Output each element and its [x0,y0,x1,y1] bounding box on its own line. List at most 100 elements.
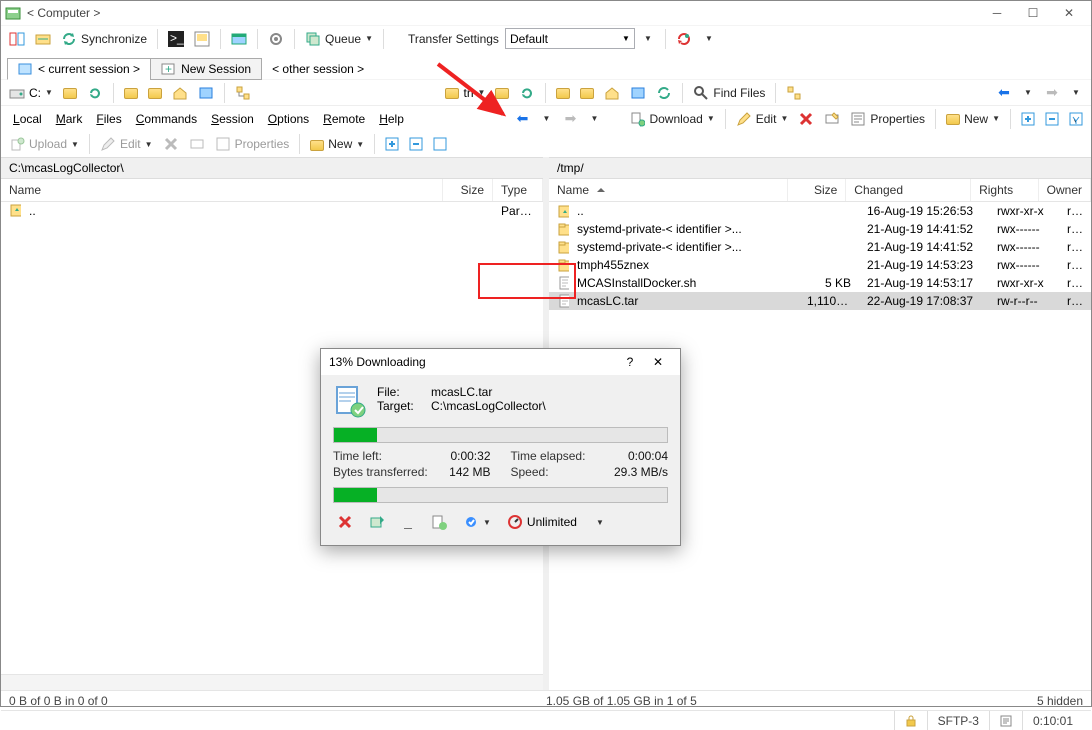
col-name[interactable]: Name [1,179,443,201]
transfer-settings-icon[interactable]: ▼ [459,511,495,533]
file-value: mcasLC.tar [431,385,492,399]
local-select-plus-icon[interactable] [381,133,403,155]
local-bookmark-icon[interactable] [194,82,218,104]
transfer-settings-combo[interactable]: Default ▼ [505,28,635,49]
menu-session[interactable]: Session [211,112,254,126]
select-all-plus-icon[interactable] [1017,108,1039,130]
remote-tree-icon[interactable] [782,82,806,104]
remote-rename-icon[interactable] [820,108,844,130]
local-refresh-icon[interactable] [83,82,107,104]
find-files-button[interactable]: Find Files [689,82,769,104]
list-item[interactable]: tmph455znex21-Aug-19 14:53:23rwx------ro… [549,256,1091,274]
menu-mark[interactable]: Mark [56,112,83,126]
local-root-icon[interactable] [144,82,166,104]
minimize-icon[interactable]: _ [397,511,419,533]
cancel-icon[interactable] [333,511,357,533]
download-button[interactable]: Download ▼ [625,108,718,130]
local-nav-forward-icon[interactable]: ➡ [559,108,581,130]
synchronize-button[interactable]: Synchronize [57,28,151,50]
remote-sync-icon[interactable] [652,82,676,104]
tab-new-session[interactable]: + New Session [150,58,262,80]
local-open-folder-icon[interactable] [59,82,81,104]
remote-new-button[interactable]: New ▼ [942,108,1004,130]
nav-back-icon[interactable]: ⬅ [993,82,1015,104]
upload-button[interactable]: Upload ▼ [5,133,83,155]
local-properties-button[interactable]: Properties [211,133,294,155]
col-changed[interactable]: Changed [846,179,971,201]
tab-current-session[interactable]: < current session > [7,58,151,80]
minimize-button[interactable]: ─ [979,3,1015,23]
col-type[interactable]: Type [493,179,543,201]
local-select-filter-icon[interactable] [429,133,451,155]
transfer-settings-dropdown[interactable]: ▼ [637,28,659,50]
local-new-button[interactable]: New ▼ [306,133,368,155]
drive-toolbar: C: ▼ tn ▼ Find Files ⬅ ▼ ➡ ▼ [1,79,1091,105]
background-icon[interactable] [365,511,389,533]
menu-remote[interactable]: Remote [323,112,365,126]
sync-browse-icon[interactable] [31,28,55,50]
tab-other-session[interactable]: < other session > [261,58,375,80]
col-owner[interactable]: Owner [1039,179,1091,201]
local-scrollbar[interactable] [1,675,543,690]
local-home-icon[interactable] [168,82,192,104]
console-icon[interactable]: >_ [164,28,188,50]
remote-properties-button[interactable]: Properties [846,108,929,130]
local-rename-icon[interactable] [185,133,209,155]
dialog-help-button[interactable]: ? [616,352,644,372]
dialog-close-button[interactable]: ✕ [644,352,672,372]
once-done-icon[interactable] [427,511,451,533]
speed-limit-button[interactable]: Unlimited [503,511,581,533]
local-nav-back-icon[interactable]: ⬅ [511,108,533,130]
remote-drive-combo[interactable]: tn ▼ [441,82,489,104]
remote-home-icon[interactable] [600,82,624,104]
col-name[interactable]: Name [549,179,788,201]
chevron-down-icon: ▼ [356,140,364,149]
local-parent-icon[interactable] [120,82,142,104]
menu-commands[interactable]: Commands [136,112,197,126]
chevron-down-icon: ▼ [45,88,53,97]
menu-files[interactable]: Files [96,112,121,126]
list-item[interactable]: .. Parent d [1,202,543,220]
remote-parent-icon[interactable] [552,82,574,104]
remote-bookmark-icon[interactable] [626,82,650,104]
menu-help[interactable]: Help [379,112,404,126]
local-nav-forward-dropdown[interactable]: ▼ [583,108,605,130]
select-filter-icon[interactable] [1065,108,1087,130]
close-button[interactable]: ✕ [1051,3,1087,23]
list-item[interactable]: mcasLC.tar1,110,4...22-Aug-19 17:08:37rw… [549,292,1091,310]
nav-forward-dropdown[interactable]: ▼ [1065,82,1087,104]
menu-local[interactable]: Local [13,112,42,126]
reconnect-dropdown[interactable]: ▼ [698,28,720,50]
col-size[interactable]: Size [788,179,846,201]
list-item[interactable]: systemd-private-< identifier >...21-Aug-… [549,220,1091,238]
speed-limit-dropdown[interactable]: ▼ [589,511,611,533]
list-item[interactable]: MCASInstallDocker.sh5 KB21-Aug-19 14:53:… [549,274,1091,292]
list-item[interactable]: systemd-private-< identifier >...21-Aug-… [549,238,1091,256]
local-drive-combo[interactable]: C: ▼ [5,82,57,104]
dialog-title: 13% Downloading [329,355,426,369]
explorer-icon[interactable] [227,28,251,50]
local-edit-button[interactable]: Edit ▼ [96,133,157,155]
local-select-minus-icon[interactable] [405,133,427,155]
queue-button[interactable]: Queue ▼ [301,28,377,50]
reconnect-icon[interactable] [672,28,696,50]
col-size[interactable]: Size [443,179,493,201]
local-tree-icon[interactable] [231,82,255,104]
settings-icon[interactable] [264,28,288,50]
nav-back-dropdown[interactable]: ▼ [1017,82,1039,104]
select-none-minus-icon[interactable] [1041,108,1063,130]
local-nav-back-dropdown[interactable]: ▼ [535,108,557,130]
local-delete-icon[interactable] [159,133,183,155]
remote-delete-icon[interactable] [794,108,818,130]
menu-options[interactable]: Options [268,112,309,126]
compare-dirs-icon[interactable] [5,28,29,50]
maximize-button[interactable]: ☐ [1015,3,1051,23]
remote-refresh-icon[interactable] [515,82,539,104]
remote-edit-button[interactable]: Edit ▼ [732,108,793,130]
remote-open-folder-icon[interactable] [491,82,513,104]
nav-forward-icon[interactable]: ➡ [1041,82,1063,104]
remote-root-icon[interactable] [576,82,598,104]
list-item[interactable]: ..16-Aug-19 15:26:53rwxr-xr-xroot [549,202,1091,220]
putty-icon[interactable] [190,28,214,50]
col-rights[interactable]: Rights [971,179,1039,201]
